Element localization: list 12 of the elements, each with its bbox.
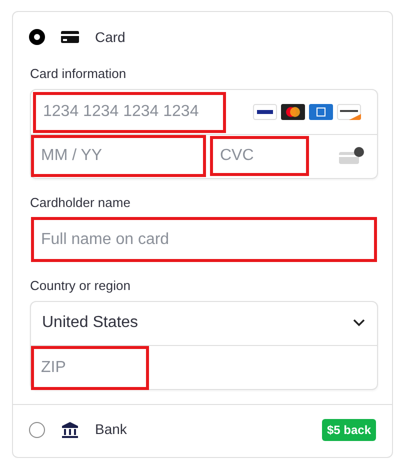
field-label: Country or region bbox=[30, 277, 132, 295]
name-field[interactable]: Full name on card bbox=[31, 217, 377, 262]
cvc-field[interactable]: CVC bbox=[210, 136, 309, 176]
option-label[interactable]: Bank bbox=[95, 419, 127, 440]
zip-field[interactable]: ZIP bbox=[31, 346, 149, 390]
option-label[interactable]: Card bbox=[95, 26, 126, 48]
field-label: Card information bbox=[30, 65, 128, 83]
promo-badge: $5 back bbox=[322, 418, 376, 440]
expiry-field[interactable]: MM / YY bbox=[31, 135, 206, 177]
card-number-field[interactable]: 1234 1234 1234 1234 bbox=[33, 92, 226, 132]
field-label: Cardholder name bbox=[30, 194, 132, 212]
country-select[interactable]: United States bbox=[31, 302, 377, 344]
